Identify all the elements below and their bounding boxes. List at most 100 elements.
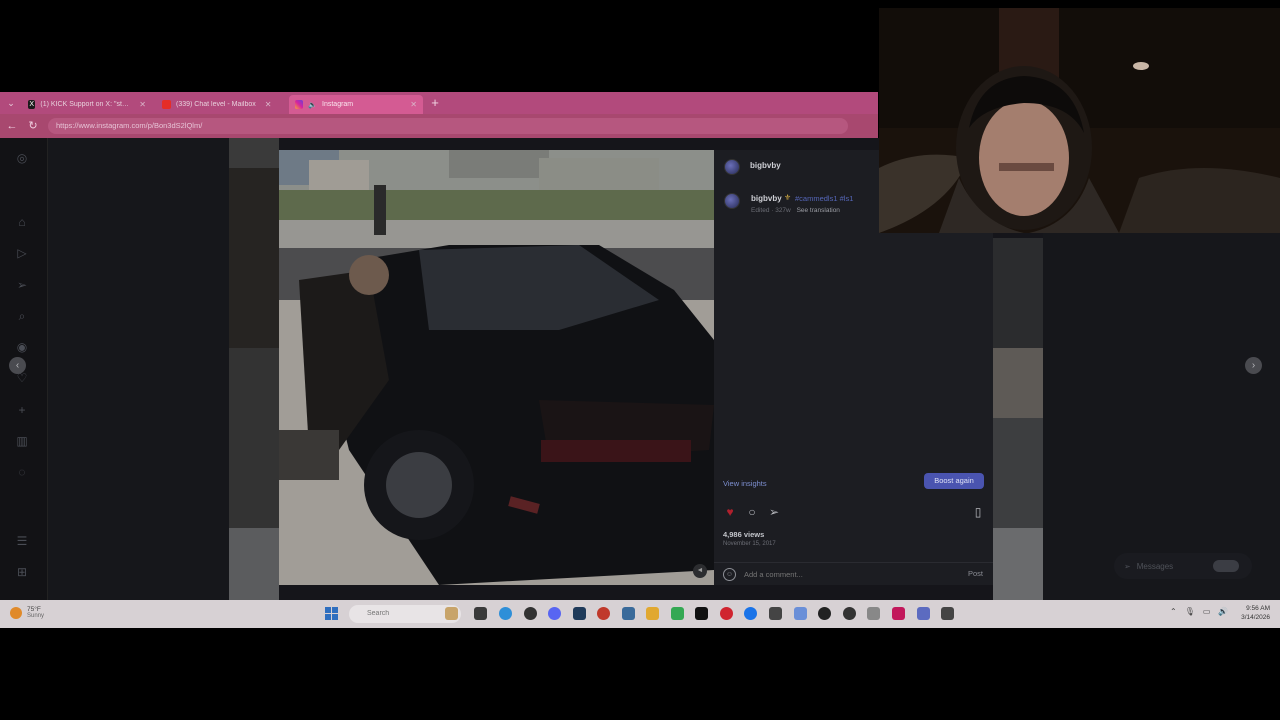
screen: ⌄ X (1) KICK Support on X: "standard... …	[0, 0, 1280, 720]
app-icon[interactable]	[917, 607, 930, 620]
firefox-icon[interactable]	[597, 607, 610, 620]
volume-icon[interactable]: 🔊	[1218, 607, 1228, 616]
send-icon: ➢	[1124, 561, 1131, 571]
chevron-up-icon[interactable]: ⌃	[1170, 607, 1177, 616]
chrome-icon[interactable]	[524, 607, 537, 620]
tab-kick-support[interactable]: X (1) KICK Support on X: "standard... ✕	[22, 95, 152, 114]
youtube-icon	[162, 100, 171, 109]
browser-window: ⌄ X (1) KICK Support on X: "standard... …	[0, 92, 878, 138]
new-tab-button[interactable]: +	[428, 95, 442, 111]
windows-start-icon[interactable]	[325, 607, 338, 620]
comment-input[interactable]	[744, 568, 924, 581]
tiktok-icon[interactable]	[695, 607, 708, 620]
caption-meta: Edited · 327w See translation	[751, 207, 840, 214]
share-icon[interactable]: ➢	[767, 505, 781, 519]
tab-instagram[interactable]: 🔈 Instagram ✕	[289, 95, 423, 114]
clock-date: 3/14/2026	[1241, 614, 1270, 621]
widget-app-icon[interactable]	[445, 607, 458, 620]
create-icon[interactable]: +	[14, 402, 30, 418]
search-icon[interactable]: ⌕	[14, 308, 30, 324]
explore-icon[interactable]: ◉	[14, 339, 30, 355]
url-input[interactable]	[48, 118, 848, 134]
feed-background	[1043, 233, 1280, 600]
view-count: 4,986 views	[723, 530, 765, 539]
like-heart-icon[interactable]: ♥	[723, 505, 737, 519]
avatar[interactable]	[724, 159, 740, 175]
edge-icon[interactable]	[499, 607, 512, 620]
reload-icon[interactable]: ↻	[24, 117, 42, 135]
app-icon[interactable]	[818, 607, 831, 620]
more-icon[interactable]: ⊞	[14, 564, 30, 580]
file-explorer-icon[interactable]	[646, 607, 659, 620]
speaker-icon[interactable]: 🔈	[308, 101, 317, 109]
post-author-username[interactable]: bigbvby	[750, 161, 781, 170]
instagram-logo-icon[interactable]: ◎	[14, 150, 30, 166]
messages-label: Messages	[1136, 561, 1174, 571]
obs-icon[interactable]	[843, 607, 856, 620]
avatar-stack	[1213, 560, 1240, 572]
next-post-arrow-icon[interactable]: ›	[1245, 357, 1262, 374]
edited-timestamp: Edited · 327w	[751, 207, 791, 214]
messenger-icon[interactable]	[744, 607, 757, 620]
avatar[interactable]	[724, 193, 740, 209]
view-insights-link[interactable]: View insights	[723, 479, 767, 488]
post-photo	[279, 150, 714, 585]
close-icon[interactable]: ✕	[139, 100, 146, 109]
back-arrow-icon[interactable]: ←	[3, 117, 21, 135]
tab-bar: ⌄ X (1) KICK Support on X: "standard... …	[0, 92, 878, 114]
background-thumbnails-left	[229, 138, 279, 600]
tab-list-chevron-icon[interactable]: ⌄	[4, 96, 18, 110]
boost-again-button[interactable]: Boost again	[924, 473, 984, 489]
close-icon[interactable]: ✕	[410, 100, 417, 109]
post-comment-button[interactable]: Post	[968, 569, 983, 578]
instagram-icon	[295, 100, 304, 109]
weather-widget[interactable]: 75°F Sunny	[10, 606, 44, 619]
home-icon[interactable]: ⌂	[14, 214, 30, 230]
messages-button[interactable]: ➢ Messages	[1114, 553, 1252, 579]
emoji-icon[interactable]: ☺	[723, 568, 736, 581]
sun-icon	[10, 606, 22, 619]
tiktok-icon[interactable]	[892, 607, 905, 620]
mute-icon[interactable]: ◄	[693, 564, 707, 578]
capcut-icon[interactable]	[941, 607, 954, 620]
app-icon[interactable]	[622, 607, 635, 620]
menu-icon[interactable]: ☰	[14, 533, 30, 549]
feed-background	[48, 138, 229, 600]
opera-icon[interactable]	[720, 607, 733, 620]
task-view-icon[interactable]	[474, 607, 487, 620]
bookmark-icon[interactable]: ▯	[971, 505, 985, 519]
x-icon: X	[28, 100, 36, 109]
app-icon[interactable]	[573, 607, 586, 620]
tab-label: Instagram	[322, 101, 354, 108]
system-tray: ⌃ 🎙 ▭ 🔊	[1170, 607, 1228, 616]
dashboard-icon[interactable]: ▥	[14, 433, 30, 449]
app-icon[interactable]	[794, 607, 807, 620]
microphone-icon[interactable]: 🎙	[1185, 607, 1195, 616]
tab-label: (339) Chat level - Mailbox	[176, 101, 256, 108]
app-icon[interactable]	[671, 607, 684, 620]
profile-icon[interactable]: ◌	[14, 464, 30, 480]
see-translation-link[interactable]: See translation	[797, 207, 840, 214]
clock-time: 9:56 AM	[1246, 605, 1270, 612]
weather-condition: Sunny	[27, 613, 45, 619]
weather-temperature: 75°F	[27, 606, 41, 613]
taskbar: 75°F Sunny ⌕ ⌃ 🎙 ▭ 🔊	[0, 600, 1280, 628]
previous-post-arrow-icon[interactable]: ‹	[9, 357, 26, 374]
comment-icon[interactable]: ○	[745, 505, 759, 519]
address-bar: ← ↻	[0, 114, 878, 138]
caption-username[interactable]: bigbvby	[751, 194, 782, 203]
webcam-overlay	[879, 8, 1280, 233]
reels-icon[interactable]: ▷	[14, 245, 30, 261]
close-icon[interactable]: ✕	[265, 100, 272, 109]
tab-label: (1) KICK Support on X: "standard...	[40, 101, 130, 108]
caption-hashtags[interactable]: #cammedls1 #ls1	[795, 194, 853, 203]
discord-icon[interactable]	[548, 607, 561, 620]
tab-mailbox[interactable]: (339) Chat level - Mailbox ✕	[156, 95, 286, 114]
network-icon[interactable]: ▭	[1203, 607, 1211, 616]
background-thumbnails-right	[993, 238, 1043, 600]
capcut-icon[interactable]	[769, 607, 782, 620]
send-icon[interactable]: ➢	[14, 277, 30, 293]
post-date: November 15, 2017	[723, 541, 776, 547]
system-clock[interactable]: 9:56 AM 3/14/2026	[1236, 604, 1270, 622]
settings-icon[interactable]	[867, 607, 880, 620]
